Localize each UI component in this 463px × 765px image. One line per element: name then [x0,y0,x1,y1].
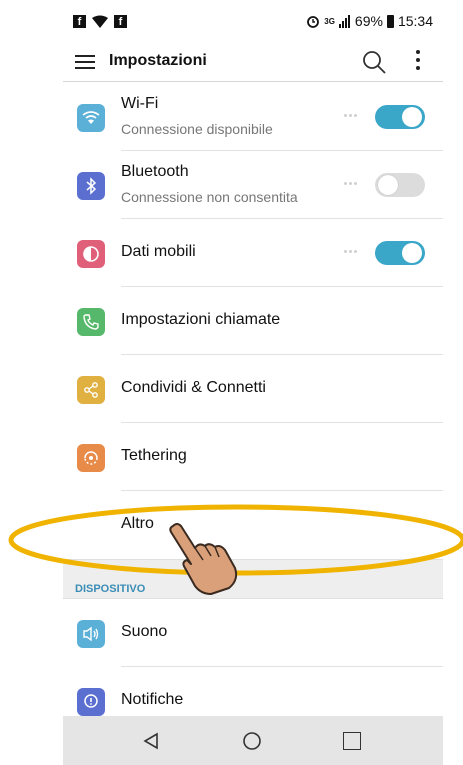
setting-title: Wi-Fi [121,95,159,112]
signal-icon [338,14,350,28]
section-title: DISPOSITIVO [75,583,146,595]
bluetooth-icon [77,172,105,200]
divider-dots [344,182,358,186]
more-options-icon[interactable] [415,50,421,74]
sound-icon [77,620,105,648]
battery-icon [386,14,394,28]
page-title: Impostazioni [109,52,207,69]
share-icon [77,376,105,404]
setting-subtitle: Connessione disponibile [121,121,273,137]
setting-title: Tethering [121,447,187,464]
back-icon[interactable] [141,731,161,751]
setting-wifi[interactable]: Wi-Fi Connessione disponibile [63,83,443,151]
wifi-icon [77,104,105,132]
divider-dots [344,250,358,254]
setting-title: Dati mobili [121,243,196,260]
wifi-toggle[interactable] [375,105,425,129]
settings-list: Wi-Fi Connessione disponibile Bluetooth … [63,83,443,735]
setting-sound[interactable]: Suono [63,599,443,667]
mobile-data-icon [77,240,105,268]
app-bar: Impostazioni [63,42,443,82]
phone-screen: f f 3G 69% 15:34 Impostazioni Wi-Fi Conn… [63,0,443,765]
setting-title: Impostazioni chiamate [121,311,281,328]
home-icon[interactable] [242,731,262,751]
network-type-icon: 3G [324,16,335,26]
setting-title: Bluetooth [121,163,189,180]
setting-title: Condividi & Connetti [121,379,266,396]
setting-title: Altro [121,515,154,532]
status-right: 3G 69% 15:34 [306,13,433,29]
setting-title: Notifiche [121,691,184,708]
setting-tethering[interactable]: Tethering [63,423,443,491]
menu-icon[interactable] [75,55,95,69]
setting-mobile-data[interactable]: Dati mobili [63,219,443,287]
facebook-icon: f [114,14,127,28]
bluetooth-toggle[interactable] [375,173,425,197]
battery-percent: 69% [354,13,383,29]
tethering-icon [77,444,105,472]
setting-share-connect[interactable]: Condividi & Connetti [63,355,443,423]
setting-bluetooth[interactable]: Bluetooth Connessione non consentita [63,151,443,219]
mobile-data-toggle[interactable] [375,241,425,265]
setting-call-settings[interactable]: Impostazioni chiamate [63,287,443,355]
setting-other[interactable]: Altro [63,491,443,559]
facebook-icon: f [73,14,86,28]
recent-apps-icon[interactable] [343,732,361,750]
alarm-icon [307,16,320,28]
pointing-hand-icon [169,523,238,595]
clock: 15:34 [397,13,433,29]
search-icon[interactable] [361,49,387,75]
phone-icon [77,308,105,336]
status-left-icons: f f [73,14,127,28]
setting-title: Suono [121,623,168,640]
section-header-device: DISPOSITIVO [63,559,443,599]
status-bar: f f 3G 69% 15:34 [63,0,443,42]
divider-dots [344,114,358,118]
wifi-call-icon [92,15,108,28]
notification-icon [77,688,105,716]
navigation-bar [63,716,443,765]
setting-subtitle: Connessione non consentita [121,189,298,205]
